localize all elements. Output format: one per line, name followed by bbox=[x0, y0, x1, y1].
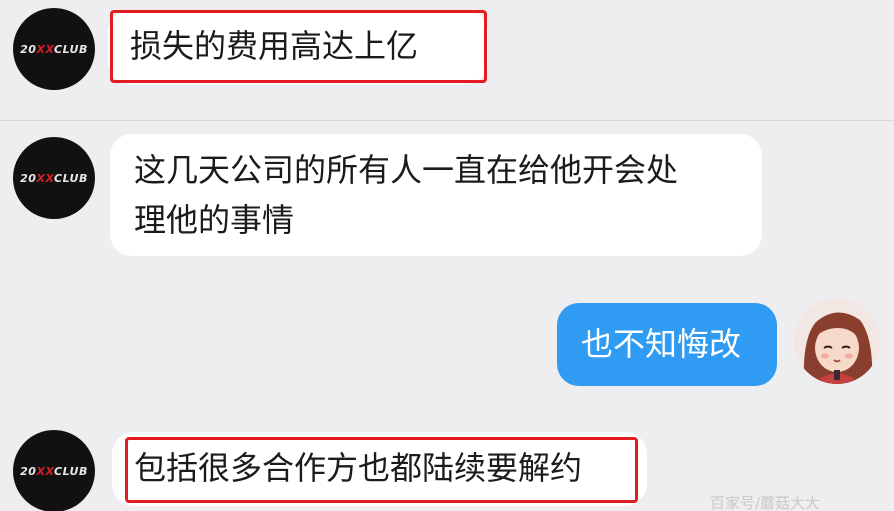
message-bubble[interactable]: 这几天公司的所有人一直在给他开会处 理他的事情 bbox=[110, 134, 762, 256]
club-logo: 20XXCLUB bbox=[20, 42, 88, 56]
user-avatar[interactable] bbox=[794, 298, 880, 384]
club-logo: 20XXCLUB bbox=[20, 171, 88, 185]
highlight-box bbox=[110, 10, 487, 83]
message-text-line: 这几天公司的所有人一直在给他开会处 bbox=[134, 151, 679, 189]
highlight-box bbox=[125, 437, 638, 503]
message-text: 也不知悔改 bbox=[581, 325, 742, 363]
divider bbox=[0, 120, 894, 121]
anime-girl-avatar-icon bbox=[794, 298, 880, 384]
outgoing-message-bubble[interactable]: 也不知悔改 bbox=[557, 303, 777, 386]
sender-avatar[interactable]: 20XXCLUB bbox=[13, 137, 95, 219]
chat-screen: 20XXCLUB 损失的费用高达上亿 20XXCLUB 这几天公司的所有人一直在… bbox=[0, 0, 894, 511]
watermark: 百家号/蘑菇大大 bbox=[710, 494, 821, 511]
message-text-line: 理他的事情 bbox=[134, 201, 295, 239]
club-logo: 20XXCLUB bbox=[20, 464, 88, 478]
sender-avatar[interactable]: 20XXCLUB bbox=[13, 430, 95, 511]
sender-avatar[interactable]: 20XXCLUB bbox=[13, 8, 95, 90]
